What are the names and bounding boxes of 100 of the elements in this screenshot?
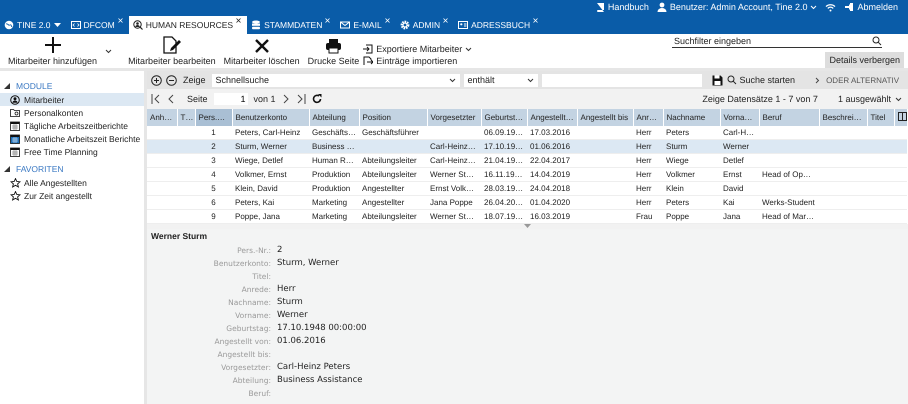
- export-button[interactable]: Exportiere Mitarbeiter: [363, 44, 472, 54]
- plus-icon: [44, 36, 62, 54]
- user-menu[interactable]: Benutzer: Admin Account, Tine 2.0: [670, 2, 808, 12]
- module-tab[interactable]: ADMIN: [396, 16, 454, 34]
- search-button[interactable]: Suche starten: [726, 75, 796, 85]
- previous-page-icon[interactable]: [168, 94, 175, 104]
- alternative-filter-button[interactable]: ODER ALTERNATIV: [815, 76, 900, 84]
- column-header[interactable]: Angestellt…: [527, 109, 577, 126]
- module-tab[interactable]: TINE 2.0: [0, 16, 67, 34]
- table-cell: Business …: [312, 142, 355, 151]
- sidebar-item[interactable]: Zur Zeit angestellt: [0, 189, 144, 202]
- table-row[interactable]: 3 Wiege, Detlef Human R… Abteilungsleiter Carl-Heinz… 21.04.19… 22.04.2017 Herr Wiege Detlef: [147, 154, 907, 168]
- add-button[interactable]: Mitarbeiter hinzufügen: [4, 36, 102, 68]
- next-page-icon[interactable]: [282, 94, 289, 104]
- table-cell: Carl-H…: [723, 128, 754, 137]
- selection-dropdown[interactable]: 1 ausgewählt: [838, 94, 902, 104]
- column-header[interactable]: Abteilung: [309, 109, 359, 126]
- header-link[interactable]: Abmelden: [857, 2, 898, 12]
- column-header[interactable]: Beschrei…: [819, 109, 867, 126]
- hide-details-button[interactable]: Details verbergen: [825, 52, 904, 68]
- table-cell: 4: [211, 170, 216, 179]
- module-tab[interactable]: DFCOM: [66, 16, 129, 34]
- caret-icon: [465, 46, 472, 52]
- columns-icon[interactable]: [898, 112, 906, 121]
- field-value: Business Assistance: [277, 375, 362, 385]
- last-page-icon[interactable]: [294, 94, 306, 104]
- table-cell: Peters: [666, 128, 690, 137]
- table-cell: Geschäftsführer: [362, 128, 419, 137]
- table-row[interactable]: 2 Sturm, Werner Business … Carl-Heinz… 17.10.19… 01.06.2016 Herr Sturm Werner: [147, 140, 907, 154]
- star-icon: [10, 178, 21, 188]
- table-cell: Herr: [636, 170, 652, 179]
- table-cell: 2: [211, 142, 216, 151]
- save-icon[interactable]: [712, 74, 723, 86]
- table-cell: Frau: [636, 212, 652, 221]
- column-header[interactable]: Beruf: [759, 109, 819, 126]
- expand-triangle-icon[interactable]: [4, 166, 10, 172]
- import-button[interactable]: Einträge importieren: [363, 56, 472, 66]
- table-cell: Abteilungsleiter: [362, 156, 417, 165]
- table-cell: Werner St…: [430, 170, 474, 179]
- module-tab[interactable]: STAMMDATEN: [247, 16, 336, 34]
- column-header[interactable]: Anh…: [147, 109, 177, 126]
- edit-button[interactable]: Mitarbeiter bearbeiten: [124, 36, 220, 68]
- field-value: Carl-Heinz Peters: [277, 362, 350, 372]
- column-header[interactable]: Vorgesetzter: [427, 109, 481, 126]
- sidebar-item[interactable]: Free Time Planning: [0, 145, 144, 158]
- field-value: Herr: [277, 284, 296, 294]
- table-cell: Peters, Kai: [235, 198, 274, 207]
- table-row[interactable]: 6 Peters, Kai Marketing Angestellter Jana Poppe 26.04.20… 01.04.2020 Herr Peters Kai Werks-Student: [147, 196, 907, 210]
- star-icon: [10, 190, 21, 200]
- sidebar-item[interactable]: Mitarbeiter: [0, 93, 144, 106]
- table-cell: Wiege: [666, 156, 689, 165]
- first-page-icon[interactable]: [151, 94, 162, 104]
- sidebar-item[interactable]: Alle Angestellten: [0, 176, 144, 189]
- table-cell: Angestellter: [362, 184, 404, 193]
- expand-triangle-icon[interactable]: [4, 83, 10, 89]
- column-header[interactable]: Benutzerkonto: [232, 109, 309, 126]
- column-header[interactable]: Titel: [867, 109, 894, 126]
- table-row[interactable]: 5 Klein, David Produktion Angestellter Ernst Volk… 28.03.19… 24.04.2018 Herr Klein David: [147, 182, 907, 196]
- section-heading: MODULE: [16, 81, 52, 91]
- column-header[interactable]: Nachname: [663, 109, 720, 126]
- operator-dropdown[interactable]: enthält: [464, 74, 538, 86]
- delete-button[interactable]: Mitarbeiter löschen: [220, 38, 304, 68]
- close-icon[interactable]: [236, 18, 242, 23]
- caret-icon[interactable]: [54, 22, 61, 28]
- sidebar-item[interactable]: Tägliche Arbeitszeitberichte: [0, 119, 144, 132]
- filter-label: Zeige: [183, 75, 206, 85]
- table-cell: Head of Mar…: [762, 212, 814, 221]
- print-button[interactable]: Drucke Seite: [304, 38, 364, 68]
- module-tab[interactable]: E-MAIL: [336, 16, 396, 34]
- refresh-icon[interactable]: [312, 94, 322, 104]
- sidebar-item[interactable]: Personalkonten: [0, 106, 144, 119]
- column-header[interactable]: Vorna…: [720, 109, 759, 126]
- column-header[interactable]: Geburtst…: [481, 109, 527, 126]
- module-tab[interactable]: ADRESSBUCH: [454, 16, 544, 34]
- column-header[interactable]: Anr…: [633, 109, 663, 126]
- module-tab[interactable]: HUMAN RESOURCES: [128, 16, 248, 34]
- table-cell: Herr: [636, 128, 652, 137]
- table-cell: Poppe: [666, 212, 690, 221]
- caret-icon[interactable]: [105, 49, 112, 54]
- add-filter-icon[interactable]: [151, 74, 162, 86]
- code-icon: [70, 20, 81, 30]
- column-header[interactable]: Angestellt bis: [577, 109, 633, 126]
- field-dropdown[interactable]: Schnellsuche: [212, 74, 460, 86]
- column-header[interactable]: Position: [359, 109, 427, 126]
- sidebar-item[interactable]: Monatliche Arbeitszeit Berichte: [0, 132, 144, 145]
- table-cell: Klein: [666, 184, 684, 193]
- caret-icon: [895, 96, 902, 102]
- field-value: Sturm, Werner: [277, 258, 339, 268]
- column-header[interactable]: T…: [177, 109, 195, 126]
- table-row[interactable]: 4 Volkmer, Ernst Produktion Abteilungsleiter Werner St… 16.11.19… 14.04.2019 Herr Volkmer Ernst Head of Op…: [147, 168, 907, 182]
- filter-value-field[interactable]: [542, 74, 702, 86]
- section-heading: FAVORITEN: [16, 164, 64, 174]
- column-header[interactable]: Pers.…: [195, 109, 232, 126]
- remove-filter-icon[interactable]: [166, 74, 177, 86]
- table-cell: 24.04.2018: [530, 184, 570, 193]
- table-cell: Abteilungsleiter: [362, 212, 417, 221]
- table-cell: Wiege, Detlef: [235, 156, 284, 165]
- page-number-field[interactable]: 1: [214, 93, 248, 105]
- header-link[interactable]: Handbuch: [608, 2, 649, 12]
- table-cell: 06.09.19…: [484, 128, 524, 137]
